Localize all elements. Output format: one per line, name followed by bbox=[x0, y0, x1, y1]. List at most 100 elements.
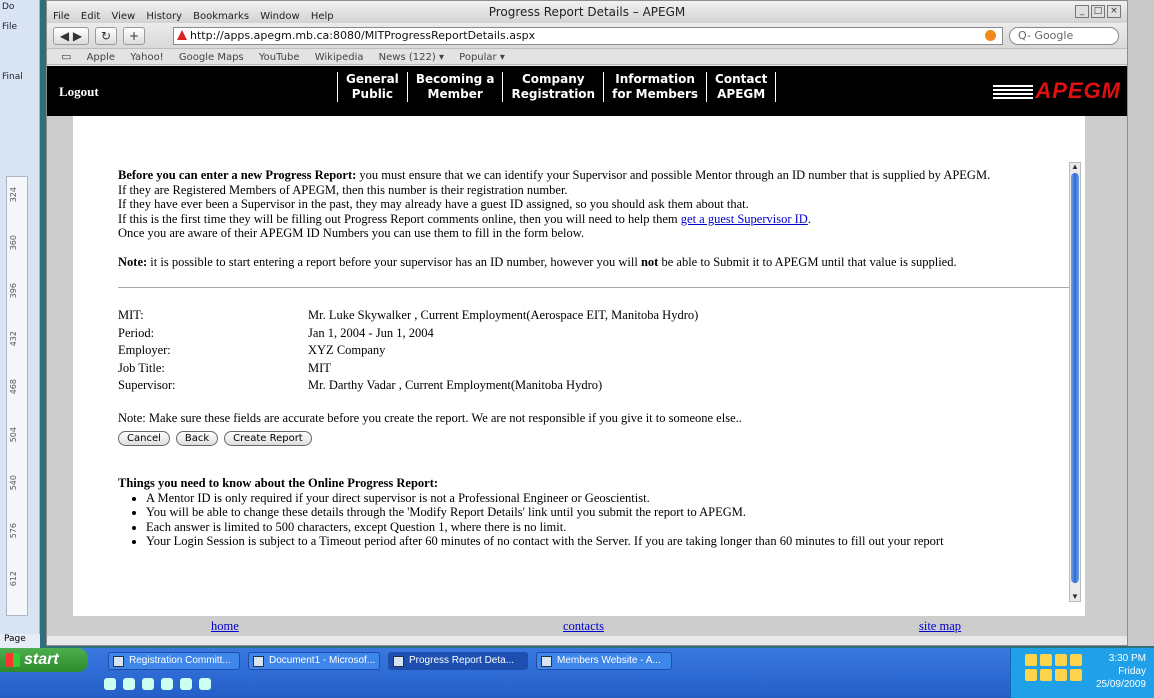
bookmark-popular[interactable]: Popular ▾ bbox=[459, 52, 505, 63]
bookmark-youtube[interactable]: YouTube bbox=[259, 52, 300, 63]
clock[interactable]: 3:30 PM Friday 25/09/2009 bbox=[1096, 652, 1146, 691]
address-bar[interactable]: http://apps.apegm.mb.ca:8080/MITProgress… bbox=[173, 27, 1003, 45]
content-frame: Before you can enter a new Progress Repo… bbox=[47, 116, 1127, 616]
menu-history[interactable]: History bbox=[146, 11, 182, 22]
know-list: A Mentor ID is only required if your dir… bbox=[146, 491, 1085, 549]
rss-icon[interactable] bbox=[985, 30, 996, 41]
browser-titlebar: File Edit View History Bookmarks Window … bbox=[47, 1, 1127, 23]
scroll-up-icon[interactable]: ▲ bbox=[1071, 163, 1079, 171]
quicklaunch-icon[interactable] bbox=[123, 678, 135, 690]
vertical-scrollbar[interactable]: ▲ ▼ bbox=[1069, 162, 1081, 602]
reload-icon[interactable]: ↻ bbox=[95, 27, 117, 45]
guest-supervisor-id-link[interactable]: get a guest Supervisor ID bbox=[681, 212, 808, 226]
detail-label-period: Period: bbox=[118, 325, 155, 340]
back-forward-buttons[interactable]: ◀ ▶ bbox=[53, 27, 89, 45]
section-divider bbox=[118, 287, 1078, 288]
quicklaunch-icon[interactable] bbox=[142, 678, 154, 690]
apegm-logo: APEGM bbox=[993, 78, 1121, 104]
search-input[interactable]: Q- Google bbox=[1009, 27, 1119, 45]
word-title-fragment: Do bbox=[2, 2, 15, 12]
list-item: You will be able to change these details… bbox=[146, 505, 1085, 520]
close-icon[interactable]: × bbox=[1107, 5, 1121, 18]
intro-line-guest: If they have ever been a Supervisor in t… bbox=[118, 197, 749, 211]
menu-help[interactable]: Help bbox=[311, 11, 334, 22]
tray-icon[interactable] bbox=[1040, 669, 1052, 681]
back-button[interactable]: Back bbox=[175, 431, 219, 446]
task-members-website[interactable]: Members Website - A... bbox=[536, 652, 672, 670]
site-header: Logout General Public Becoming a Member Co… bbox=[47, 66, 1127, 116]
tray-icon[interactable] bbox=[1055, 654, 1067, 666]
navigation-toolbar: ◀ ▶ ↻ + http://apps.apegm.mb.ca:8080/MIT… bbox=[47, 23, 1127, 49]
maximize-icon[interactable]: □ bbox=[1091, 5, 1105, 18]
nav-contact-apegm[interactable]: Contact APEGM bbox=[706, 72, 777, 102]
bookmark-wikipedia[interactable]: Wikipedia bbox=[315, 52, 364, 63]
word-window-background: Do File Final 324 360 396 432 468 504 54… bbox=[0, 0, 40, 648]
nav-information-members[interactable]: Information for Members bbox=[603, 72, 706, 102]
footer-links: home contacts site map bbox=[47, 616, 1127, 636]
minimize-icon[interactable]: _ bbox=[1075, 5, 1089, 18]
quicklaunch-icon[interactable] bbox=[180, 678, 192, 690]
scrollbar-thumb[interactable] bbox=[1071, 173, 1079, 583]
menu-file[interactable]: File bbox=[53, 11, 70, 22]
bookmark-yahoo[interactable]: Yahoo! bbox=[130, 52, 163, 63]
nav-company-registration[interactable]: Company Registration bbox=[502, 72, 603, 102]
site-favicon-icon bbox=[177, 30, 187, 40]
detail-value-supervisor: Mr. Darthy Vadar , Current Employment(Ma… bbox=[308, 378, 603, 392]
system-tray: 3:30 PM Friday 25/09/2009 bbox=[1010, 648, 1154, 698]
list-item: Each answer is limited to 500 characters… bbox=[146, 520, 1085, 535]
detail-value-period: Jan 1, 2004 - Jun 1, 2004 bbox=[308, 325, 434, 340]
bookmark-news[interactable]: News (122) ▾ bbox=[379, 52, 444, 63]
word-file-menu[interactable]: File bbox=[2, 22, 32, 40]
top-navigation: General Public Becoming a Member Company Re… bbox=[337, 72, 777, 102]
report-details: MIT: Mr. Luke Skywalker , Current Employ… bbox=[118, 308, 1085, 393]
quicklaunch-icon[interactable] bbox=[199, 678, 211, 690]
windows-taskbar: start Registration Committ... Document1 … bbox=[0, 648, 1154, 698]
tray-icon[interactable] bbox=[1070, 654, 1082, 666]
intro-note: Note: it is possible to start entering a… bbox=[118, 254, 957, 269]
browser-icon bbox=[541, 656, 552, 667]
tray-icons bbox=[1025, 654, 1082, 681]
detail-label-job-title: Job Title: bbox=[118, 360, 165, 375]
menu-window[interactable]: Window bbox=[260, 11, 299, 22]
quicklaunch-icon[interactable] bbox=[161, 678, 173, 690]
add-bookmark-icon[interactable]: + bbox=[123, 27, 145, 45]
tray-icon[interactable] bbox=[1025, 669, 1037, 681]
fields-accuracy-note: Note: Make sure these fields are accurat… bbox=[118, 410, 742, 425]
word-style-box[interactable]: Final bbox=[2, 72, 32, 90]
windows-flag-icon bbox=[6, 653, 20, 667]
action-buttons: Cancel Back Create Report bbox=[118, 431, 1085, 446]
task-document1[interactable]: Document1 - Microsof... bbox=[248, 652, 380, 670]
logo-stripes bbox=[993, 85, 1034, 100]
bookmarks-book-icon[interactable]: ▭ bbox=[61, 50, 71, 63]
bookmarks-bar: ▭ Apple Yahoo! Google Maps YouTube Wikip… bbox=[47, 49, 1127, 65]
word-page-indicator: Page bbox=[0, 634, 40, 648]
tray-icon[interactable] bbox=[1040, 654, 1052, 666]
task-registration-committee[interactable]: Registration Committ... bbox=[108, 652, 240, 670]
tray-icon[interactable] bbox=[1070, 669, 1082, 681]
task-progress-report[interactable]: Progress Report Deta... bbox=[388, 652, 528, 670]
nav-general-public[interactable]: General Public bbox=[337, 72, 407, 102]
menu-view[interactable]: View bbox=[111, 11, 135, 22]
browser-window: File Edit View History Bookmarks Window … bbox=[46, 0, 1128, 646]
cancel-button[interactable]: Cancel bbox=[118, 431, 170, 446]
detail-value-job-title: MIT bbox=[308, 360, 331, 375]
detail-value-mit: Mr. Luke Skywalker , Current Employment(… bbox=[308, 308, 699, 322]
bookmark-apple[interactable]: Apple bbox=[87, 52, 115, 63]
create-report-button[interactable]: Create Report bbox=[224, 431, 312, 446]
footer-contacts-link[interactable]: contacts bbox=[563, 619, 604, 634]
detail-label-supervisor: Supervisor: bbox=[118, 378, 176, 392]
scroll-down-icon[interactable]: ▼ bbox=[1071, 593, 1079, 601]
browser-icon bbox=[393, 656, 404, 667]
tray-icon[interactable] bbox=[1055, 669, 1067, 681]
logout-link[interactable]: Logout bbox=[59, 84, 99, 100]
quicklaunch-icon[interactable] bbox=[104, 678, 116, 690]
footer-home-link[interactable]: home bbox=[211, 619, 239, 634]
bookmark-google-maps[interactable]: Google Maps bbox=[179, 52, 244, 63]
menu-bookmarks[interactable]: Bookmarks bbox=[193, 11, 249, 22]
intro-paragraph: Before you can enter a new Progress Repo… bbox=[118, 168, 991, 182]
footer-sitemap-link[interactable]: site map bbox=[919, 619, 961, 634]
menu-edit[interactable]: Edit bbox=[81, 11, 100, 22]
tray-icon[interactable] bbox=[1025, 654, 1037, 666]
start-button[interactable]: start bbox=[0, 648, 88, 672]
nav-becoming-member[interactable]: Becoming a Member bbox=[406, 72, 503, 102]
